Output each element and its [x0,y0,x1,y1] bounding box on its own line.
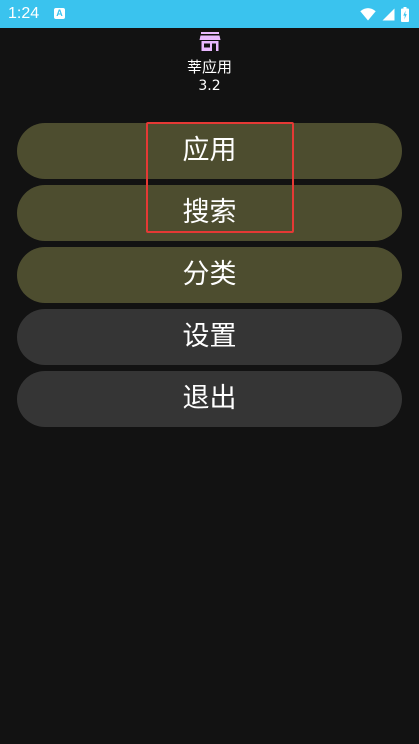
search-button[interactable]: 搜索 [17,185,402,241]
store-icon [199,32,220,51]
app-header: 莘应用 3.2 [0,30,419,95]
exit-button[interactable]: 退出 [17,371,402,427]
app-version: 3.2 [198,78,221,94]
status-icons [360,6,409,22]
main-menu: 应用 搜索 分类 设置 退出 [17,123,402,433]
wifi-icon [360,7,376,20]
app-name: 莘应用 [186,58,232,76]
categories-button[interactable]: 分类 [17,247,402,303]
a-notification-icon: A [54,8,65,19]
status-time: 1:24 [8,5,40,22]
status-bar: 1:24 A [0,0,419,28]
settings-button[interactable]: 设置 [17,309,402,365]
battery-icon [401,6,409,22]
signal-icon [382,8,395,20]
apps-button[interactable]: 应用 [17,123,402,179]
